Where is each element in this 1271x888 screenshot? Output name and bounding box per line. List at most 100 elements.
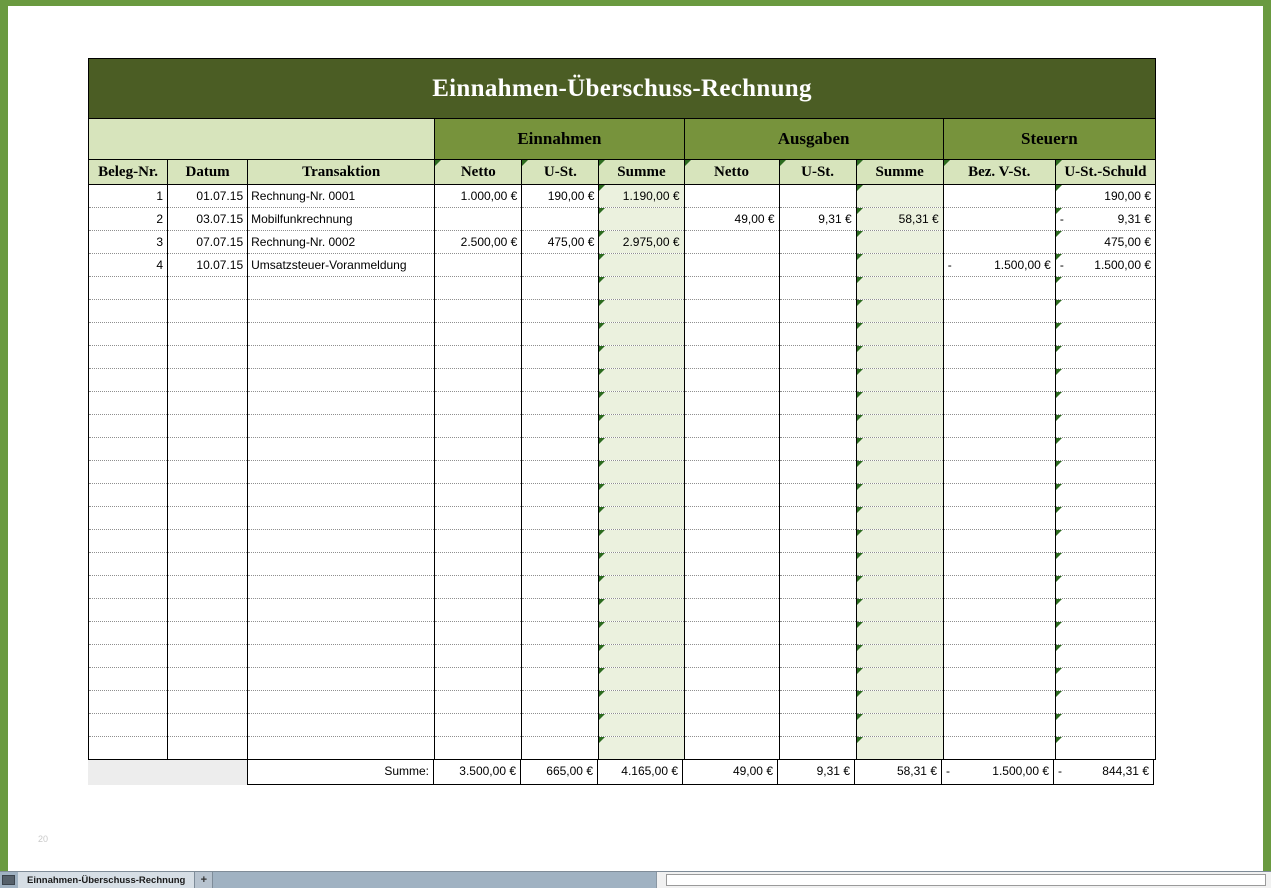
- cell[interactable]: [779, 346, 856, 369]
- cell[interactable]: [435, 300, 522, 323]
- cell[interactable]: [522, 254, 599, 277]
- cell[interactable]: [684, 576, 779, 599]
- cell[interactable]: [856, 300, 943, 323]
- cell[interactable]: 49,00 €: [684, 208, 779, 231]
- cell[interactable]: [599, 599, 684, 622]
- cell[interactable]: [168, 392, 248, 415]
- cell[interactable]: [684, 254, 779, 277]
- cell[interactable]: [943, 415, 1055, 438]
- cell[interactable]: [248, 438, 435, 461]
- cell[interactable]: [435, 438, 522, 461]
- cell[interactable]: [856, 369, 943, 392]
- cell[interactable]: [522, 714, 599, 737]
- cell[interactable]: [779, 668, 856, 691]
- cell[interactable]: [599, 415, 684, 438]
- cell[interactable]: [1055, 461, 1155, 484]
- cell[interactable]: [599, 553, 684, 576]
- cell[interactable]: [1055, 484, 1155, 507]
- cell[interactable]: [248, 484, 435, 507]
- cell[interactable]: [89, 737, 168, 760]
- cell[interactable]: [684, 691, 779, 714]
- cell[interactable]: [89, 622, 168, 645]
- cell[interactable]: [779, 507, 856, 530]
- cell[interactable]: [435, 369, 522, 392]
- cell[interactable]: [168, 438, 248, 461]
- cell[interactable]: [248, 599, 435, 622]
- cell[interactable]: [248, 668, 435, 691]
- cell[interactable]: [779, 185, 856, 208]
- cell[interactable]: [1055, 507, 1155, 530]
- cell[interactable]: [89, 668, 168, 691]
- cell[interactable]: [943, 599, 1055, 622]
- cell[interactable]: [522, 691, 599, 714]
- cell[interactable]: [684, 737, 779, 760]
- cell[interactable]: [89, 346, 168, 369]
- cell[interactable]: [779, 277, 856, 300]
- cell[interactable]: [856, 323, 943, 346]
- cell[interactable]: [1055, 323, 1155, 346]
- cell[interactable]: [248, 392, 435, 415]
- cell[interactable]: [684, 507, 779, 530]
- cell[interactable]: [435, 645, 522, 668]
- cell[interactable]: [599, 622, 684, 645]
- cell[interactable]: [435, 415, 522, 438]
- cell[interactable]: 9,31 €: [779, 208, 856, 231]
- cell[interactable]: [435, 668, 522, 691]
- cell[interactable]: [779, 530, 856, 553]
- cell[interactable]: [779, 254, 856, 277]
- cell[interactable]: [599, 645, 684, 668]
- cell[interactable]: [599, 484, 684, 507]
- cell[interactable]: [779, 415, 856, 438]
- cell[interactable]: [943, 576, 1055, 599]
- cell[interactable]: [248, 300, 435, 323]
- cell[interactable]: [599, 714, 684, 737]
- cell[interactable]: [684, 415, 779, 438]
- cell[interactable]: Umsatzsteuer-Voranmeldung: [248, 254, 435, 277]
- cell[interactable]: [943, 185, 1055, 208]
- cell[interactable]: [599, 254, 684, 277]
- cell[interactable]: [856, 530, 943, 553]
- cell[interactable]: [168, 553, 248, 576]
- cell[interactable]: 2.975,00 €: [599, 231, 684, 254]
- cell[interactable]: [168, 668, 248, 691]
- cell[interactable]: [943, 737, 1055, 760]
- cell[interactable]: [684, 346, 779, 369]
- cell[interactable]: [856, 484, 943, 507]
- cell[interactable]: [684, 438, 779, 461]
- cell[interactable]: [599, 323, 684, 346]
- cell[interactable]: 58,31 €: [856, 208, 943, 231]
- cell[interactable]: [435, 737, 522, 760]
- cell[interactable]: [435, 392, 522, 415]
- cell[interactable]: [856, 254, 943, 277]
- cell[interactable]: [1055, 576, 1155, 599]
- add-sheet-button[interactable]: +: [195, 872, 213, 888]
- cell[interactable]: [522, 461, 599, 484]
- cell[interactable]: [168, 461, 248, 484]
- cell[interactable]: [89, 392, 168, 415]
- cell[interactable]: [943, 484, 1055, 507]
- cell[interactable]: [168, 300, 248, 323]
- cell[interactable]: [435, 599, 522, 622]
- cell[interactable]: [684, 645, 779, 668]
- cell[interactable]: [943, 645, 1055, 668]
- cell[interactable]: [856, 415, 943, 438]
- cell[interactable]: [435, 576, 522, 599]
- cell[interactable]: [168, 714, 248, 737]
- cell[interactable]: [1055, 346, 1155, 369]
- cell[interactable]: [599, 530, 684, 553]
- cell[interactable]: [522, 346, 599, 369]
- cell[interactable]: [1055, 392, 1155, 415]
- cell[interactable]: 03.07.15: [168, 208, 248, 231]
- cell[interactable]: [943, 231, 1055, 254]
- cell[interactable]: [435, 484, 522, 507]
- cell[interactable]: [89, 277, 168, 300]
- cell[interactable]: [89, 530, 168, 553]
- cell[interactable]: [168, 415, 248, 438]
- cell[interactable]: [943, 507, 1055, 530]
- cell[interactable]: [856, 185, 943, 208]
- cell[interactable]: [248, 530, 435, 553]
- cell[interactable]: [435, 277, 522, 300]
- cell[interactable]: [1055, 369, 1155, 392]
- cell[interactable]: [779, 691, 856, 714]
- cell[interactable]: [522, 553, 599, 576]
